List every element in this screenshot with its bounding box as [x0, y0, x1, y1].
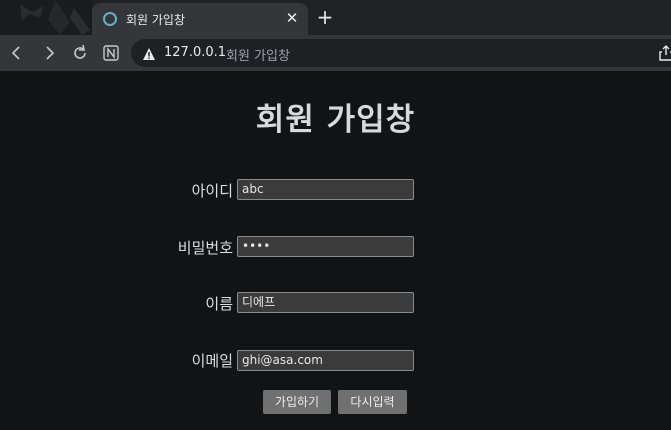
name-label: 이름	[205, 295, 233, 313]
warning-icon[interactable]	[142, 46, 156, 60]
forward-icon[interactable]	[39, 43, 59, 63]
tab-strip: 회원 가입창 ✕ +	[0, 0, 671, 35]
window-decoration	[0, 0, 92, 35]
password-label: 비밀번호	[177, 239, 233, 257]
password-input[interactable]: ••••	[237, 236, 414, 257]
email-input[interactable]: ghi@asa.com	[237, 350, 414, 371]
url-page-title: 회원 가입창	[226, 49, 290, 64]
globe-icon	[103, 12, 117, 26]
email-label: 이메일	[191, 352, 233, 370]
reset-button[interactable]: 다시입력	[338, 390, 407, 414]
url-host: 127.0.0.1	[164, 45, 227, 60]
browser-tab[interactable]: 회원 가입창 ✕	[92, 3, 308, 35]
browser-toolbar: 127.0.0.1 회원 가입창	[0, 35, 671, 71]
back-icon[interactable]	[7, 43, 27, 63]
name-input[interactable]: 디에프	[237, 292, 414, 313]
reload-icon[interactable]	[70, 43, 90, 63]
tab-title: 회원 가입창	[126, 13, 186, 27]
page-title: 회원 가입창	[255, 102, 416, 138]
id-label: 아이디	[191, 182, 233, 200]
notion-icon[interactable]	[101, 43, 121, 63]
new-tab-button[interactable]: +	[316, 7, 334, 27]
address-bar[interactable]: 127.0.0.1 회원 가입창	[131, 39, 671, 67]
share-icon[interactable]	[659, 45, 671, 61]
submit-button[interactable]: 가입하기	[263, 390, 331, 414]
id-input[interactable]: abc	[237, 179, 414, 200]
close-icon[interactable]: ✕	[284, 10, 300, 26]
